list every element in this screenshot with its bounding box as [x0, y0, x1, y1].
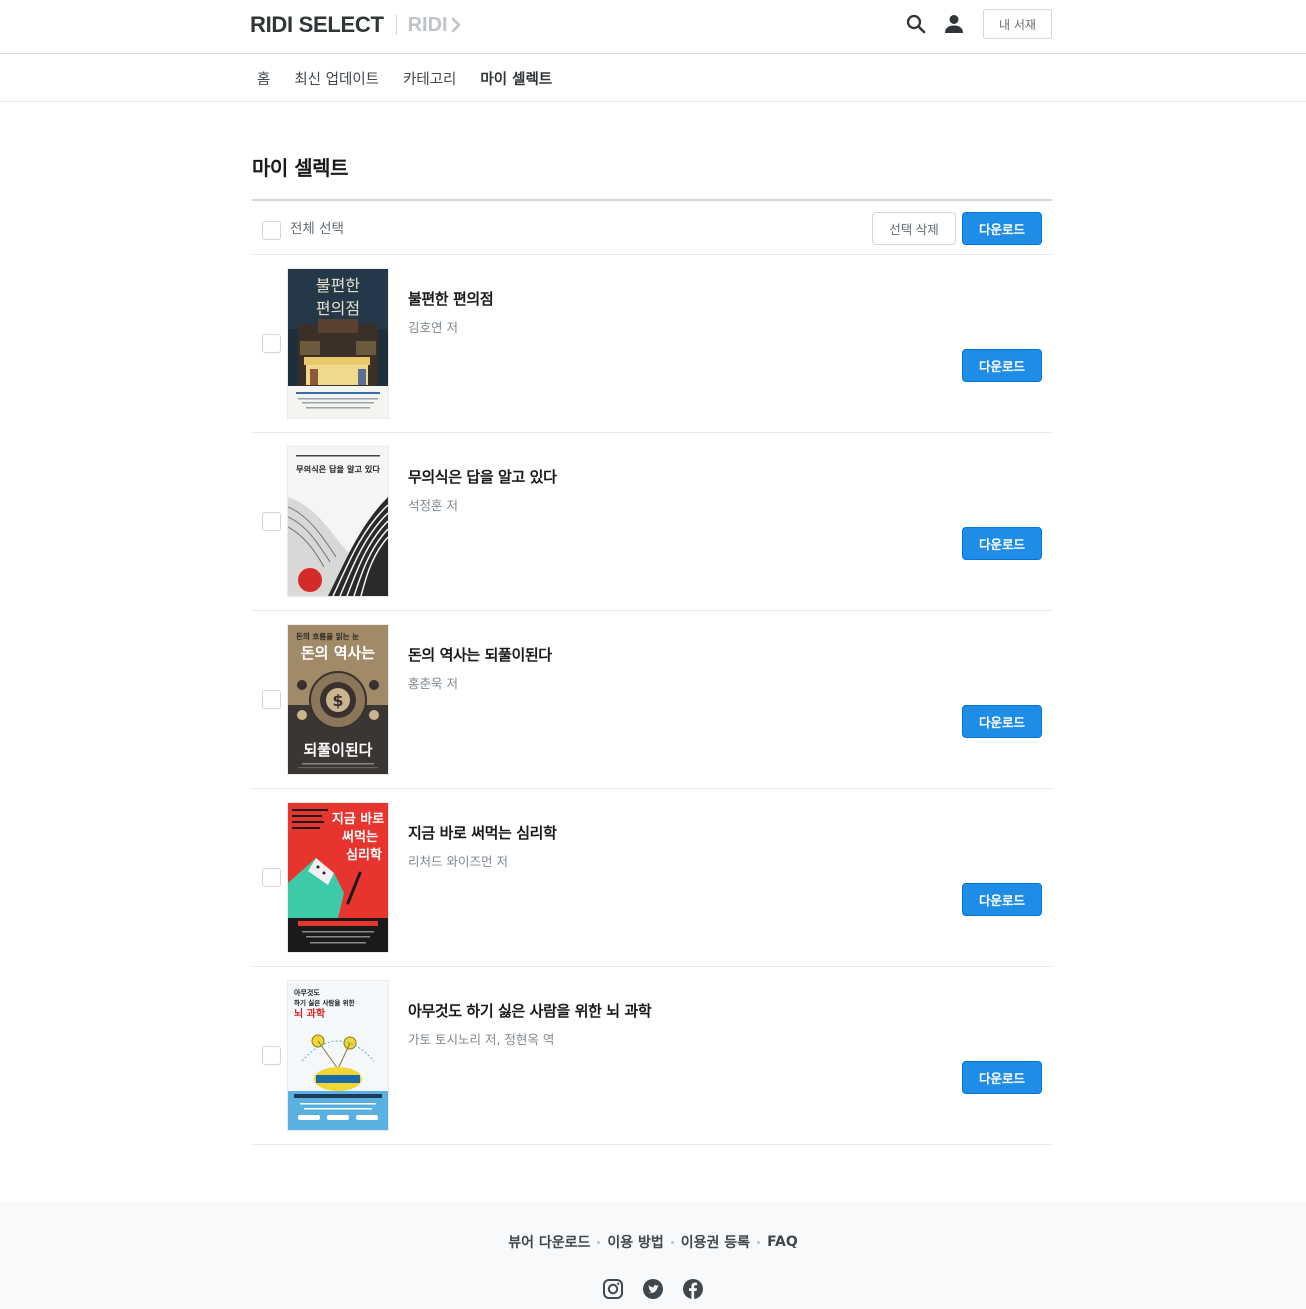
book-cover[interactable]: 돈의 흐름을 읽는 눈 돈의 역사는 $ 되풀이된다	[288, 625, 388, 774]
main-nav: 홈 최신 업데이트 카테고리 마이 셀렉트	[0, 54, 1306, 102]
footer: 뷰어 다운로드 이용 방법 이용권 등록 FAQ	[0, 1202, 1306, 1309]
book-title[interactable]: 돈의 역사는 되풀이된다	[408, 644, 552, 665]
list-toolbar: 전체 선택 선택 삭제 다운로드	[252, 199, 1052, 255]
select-all-label[interactable]: 전체 선택	[290, 217, 344, 237]
cover-art-convenience-store: 불편한 편의점	[288, 269, 388, 418]
book-title[interactable]: 지금 바로 써먹는 심리학	[408, 822, 557, 843]
page-title: 마이 셀렉트	[252, 156, 348, 180]
book-row: 아무것도 하기 싫은 사람을 위한 뇌 과학 아무것도 하기 싫은 사람을 위한…	[252, 967, 1052, 1145]
my-library-button[interactable]: 내 서재	[983, 9, 1052, 39]
footer-link-how-to-use[interactable]: 이용 방법	[607, 1232, 663, 1252]
book-cover[interactable]: 지금 바로 써먹는 심리학	[288, 803, 388, 952]
cover-title-line-2: 써먹는	[342, 829, 378, 845]
nav-item-my-select[interactable]: 마이 셀렉트	[480, 68, 552, 89]
global-header: RIDI SELECT RIDI 내 서재	[0, 0, 1306, 54]
cover-title-line-3: 심리학	[346, 847, 382, 863]
cover-art-brain-science: 아무것도 하기 싫은 사람을 위한 뇌 과학	[288, 981, 388, 1130]
instagram-icon[interactable]	[602, 1278, 624, 1300]
cover-art-money-history: 돈의 흐름을 읽는 눈 돈의 역사는 $ 되풀이된다	[288, 625, 388, 774]
book-checkbox[interactable]	[262, 334, 281, 353]
account-button[interactable]	[942, 12, 966, 36]
cover-title-line-2: 편의점	[316, 299, 360, 318]
facebook-icon[interactable]	[682, 1278, 704, 1300]
search-button[interactable]	[904, 12, 928, 36]
download-button[interactable]: 다운로드	[962, 527, 1042, 560]
footer-separator	[757, 1240, 761, 1244]
book-checkbox[interactable]	[262, 690, 281, 709]
nav-item-category[interactable]: 카테고리	[403, 68, 456, 89]
download-selected-button[interactable]: 다운로드	[962, 212, 1042, 245]
book-row: 돈의 흐름을 읽는 눈 돈의 역사는 $ 되풀이된다 돈의 역사는 되풀이된다 …	[252, 611, 1052, 789]
footer-link-faq[interactable]: FAQ	[767, 1234, 798, 1250]
download-button[interactable]: 다운로드	[962, 883, 1042, 916]
cover-title-line-2: 하기 싫은 사람을 위한	[294, 998, 355, 1007]
footer-separator	[597, 1240, 601, 1244]
nav-item-home[interactable]: 홈	[257, 68, 270, 89]
cover-title: 무의식은 답을 알고 있다	[296, 464, 380, 474]
social-links	[0, 1278, 1306, 1300]
book-author: 홍춘욱 저	[408, 676, 458, 691]
cover-subtitle: 돈의 흐름을 읽는 눈	[296, 631, 359, 641]
cover-title-line-1: 지금 바로	[332, 811, 384, 827]
book-author: 가토 토시노리 저, 정현옥 역	[408, 1032, 555, 1047]
nav-item-latest-updates[interactable]: 최신 업데이트	[294, 68, 379, 89]
book-cover[interactable]: 무의식은 답을 알고 있다	[288, 447, 388, 596]
download-button[interactable]: 다운로드	[962, 349, 1042, 382]
book-row: 불편한 편의점 불편한 편의점 김호연 저 다운로드	[252, 255, 1052, 433]
download-button[interactable]: 다운로드	[962, 1061, 1042, 1094]
book-cover[interactable]: 아무것도 하기 싫은 사람을 위한 뇌 과학	[288, 981, 388, 1130]
chevron-right-icon	[451, 17, 460, 33]
footer-link-register-pass[interactable]: 이용권 등록	[681, 1232, 750, 1252]
search-icon	[906, 14, 926, 34]
book-cover[interactable]: 불편한 편의점	[288, 269, 388, 418]
logo-divider	[395, 15, 397, 35]
cover-title-line-2: 되풀이된다	[303, 741, 372, 759]
cover-title-line-1: 돈의 역사는	[301, 644, 375, 662]
delete-selected-button[interactable]: 선택 삭제	[872, 212, 956, 245]
footer-link-viewer-download[interactable]: 뷰어 다운로드	[508, 1232, 590, 1252]
header-actions: 내 서재	[904, 9, 1052, 39]
download-button[interactable]: 다운로드	[962, 705, 1042, 738]
book-row: 지금 바로 써먹는 심리학 지금 바로 써먹는 심리학 리처드 와이즈먼 저 다…	[252, 789, 1052, 967]
ridi-select-logo[interactable]: RIDI SELECT	[250, 12, 384, 38]
cover-title-line-1: 아무것도	[294, 988, 320, 997]
cover-title-line-1: 불편한	[316, 276, 360, 295]
ridi-link-label: RIDI	[407, 13, 448, 36]
footer-separator	[670, 1240, 674, 1244]
nav-items: 홈 최신 업데이트 카테고리 마이 셀렉트	[257, 54, 576, 102]
footer-links: 뷰어 다운로드 이용 방법 이용권 등록 FAQ	[0, 1232, 1306, 1252]
user-icon	[945, 15, 963, 33]
svg-text:$: $	[332, 691, 343, 710]
book-title[interactable]: 무의식은 답을 알고 있다	[408, 466, 557, 487]
book-author: 석정훈 저	[408, 498, 458, 513]
book-checkbox[interactable]	[262, 868, 281, 887]
select-all-checkbox[interactable]	[262, 221, 281, 240]
book-author: 김호연 저	[408, 320, 458, 335]
book-checkbox[interactable]	[262, 1046, 281, 1065]
book-checkbox[interactable]	[262, 512, 281, 531]
logo[interactable]: RIDI SELECT RIDI	[250, 12, 461, 38]
book-row: 무의식은 답을 알고 있다 무의식은 답을 알고 있다 석정훈 저 다운로드	[252, 433, 1052, 611]
ridi-home-link[interactable]: RIDI	[408, 14, 461, 37]
book-title[interactable]: 아무것도 하기 싫은 사람을 위한 뇌 과학	[408, 1000, 652, 1021]
cover-title-line-3: 뇌 과학	[294, 1007, 326, 1020]
twitter-icon[interactable]	[642, 1278, 664, 1300]
book-author: 리처드 와이즈먼 저	[408, 854, 508, 869]
cover-art-psychology: 지금 바로 써먹는 심리학	[288, 803, 388, 952]
book-title[interactable]: 불편한 편의점	[408, 288, 494, 309]
cover-art-unconscious: 무의식은 답을 알고 있다	[288, 447, 388, 596]
